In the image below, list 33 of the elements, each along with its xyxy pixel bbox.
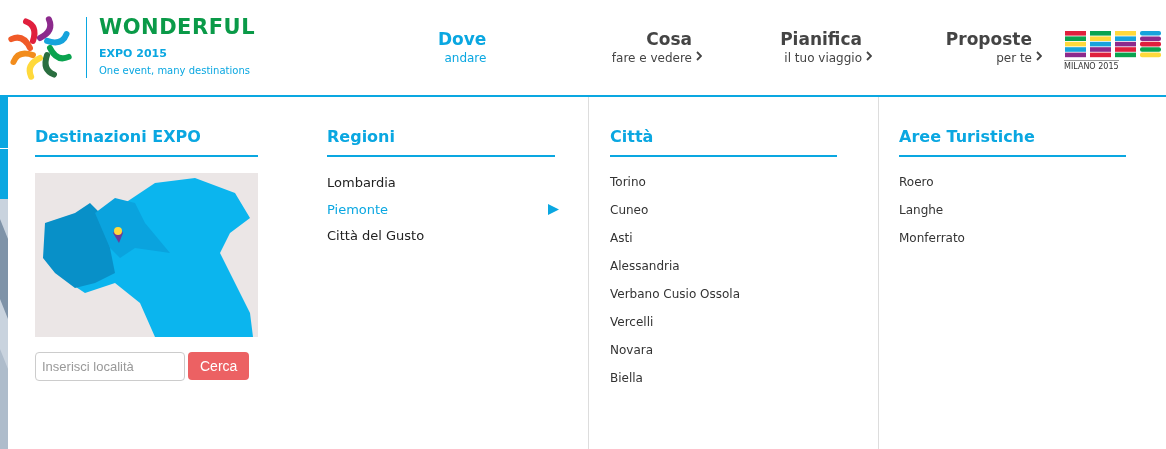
nav-link[interactable]: Pianifica il tuo viaggio [710, 29, 880, 66]
triangle-right-icon [548, 203, 559, 215]
region-link[interactable]: Città del Gusto [327, 226, 559, 246]
city-link[interactable]: Vercelli [610, 313, 878, 331]
area-link[interactable]: Monferrato [899, 229, 1166, 247]
city-link[interactable]: Alessandria [610, 257, 878, 275]
city-link[interactable]: Verbano Cusio Ossola [610, 285, 878, 303]
brand-title: WONDERFUL [99, 17, 256, 39]
chevron-right-icon [866, 50, 872, 61]
side-tab[interactable] [0, 97, 8, 149]
side-tab[interactable] [0, 149, 8, 199]
nav-link[interactable]: Proposte per te [880, 29, 1050, 66]
expo-logo-icon [1064, 30, 1162, 58]
brand-subtitle: EXPO 2015 [99, 46, 168, 63]
nav-link[interactable]: Cosa fare e vedere [540, 29, 710, 66]
column-heading: Regioni [327, 127, 396, 147]
location-field[interactable]: Inserisci località [35, 352, 185, 381]
column-heading: Destinazioni EXPO [35, 127, 202, 147]
column-heading: Aree Turistiche [899, 127, 1036, 147]
expo-caption: MILANO 2015 [1064, 60, 1119, 73]
column-heading: Città [610, 127, 655, 147]
city-link[interactable]: Novara [610, 341, 878, 359]
brand-logo-icon [6, 13, 74, 82]
city-link[interactable]: Biella [610, 369, 878, 387]
city-link[interactable]: Cuneo [610, 201, 878, 219]
chevron-right-icon [696, 50, 702, 61]
city-link[interactable]: Torino [610, 173, 878, 191]
region-link[interactable]: Lombardia [327, 173, 559, 193]
area-link[interactable]: Roero [899, 173, 1166, 191]
brand-tagline: One event, many destinations [99, 63, 251, 78]
area-link[interactable]: Langhe [899, 201, 1166, 219]
chevron-right-icon [1036, 50, 1042, 61]
city-link[interactable]: Asti [610, 229, 878, 247]
